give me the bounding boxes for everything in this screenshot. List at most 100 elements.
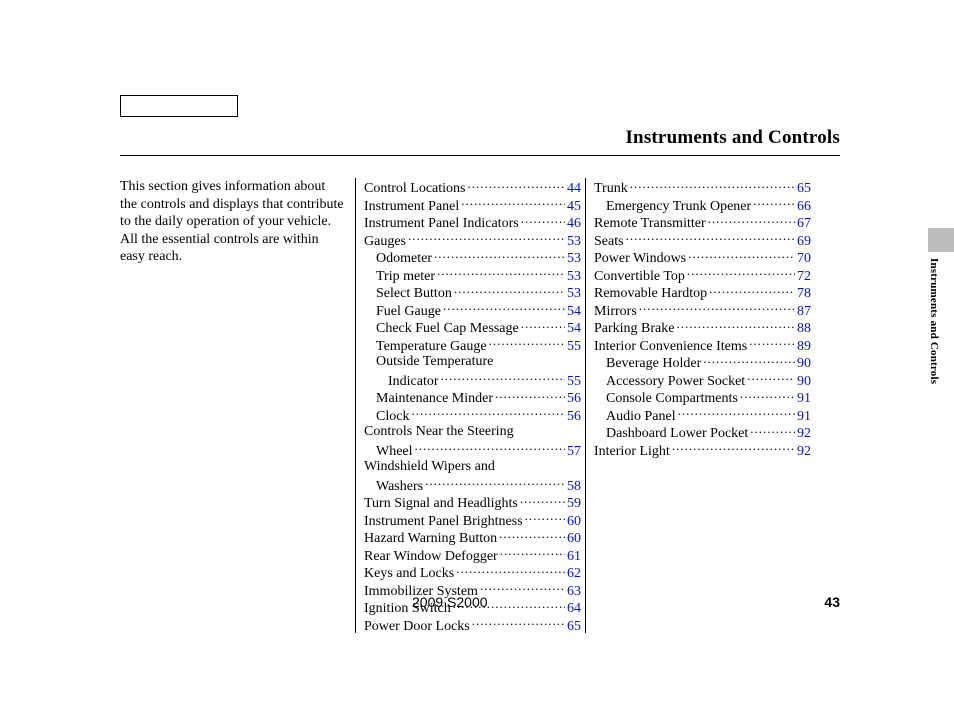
toc-entry[interactable]: Parking Brake88 [594, 318, 811, 336]
toc-entry[interactable]: Power Door Locks65 [364, 616, 581, 634]
toc-entry[interactable]: Windshield Wipers and [364, 458, 581, 476]
toc-page-number[interactable]: 53 [567, 233, 581, 251]
toc-entry[interactable]: Keys and Locks62 [364, 563, 581, 581]
toc-page-number[interactable]: 65 [567, 618, 581, 636]
toc-entry[interactable]: Console Compartments91 [594, 388, 811, 406]
toc-page-number[interactable]: 60 [567, 530, 581, 548]
document-page: Instruments and Controls This section gi… [120, 95, 840, 633]
toc-page-number[interactable]: 44 [567, 180, 581, 198]
toc-label: Hazard Warning Button [364, 530, 497, 548]
footer-model: 2009 S2000 [412, 594, 488, 610]
toc-dots [408, 231, 565, 245]
toc-entry[interactable]: Temperature Gauge55 [364, 336, 581, 354]
toc-entry[interactable]: Emergency Trunk Opener66 [594, 196, 811, 214]
toc-entry[interactable]: Removable Hardtop78 [594, 283, 811, 301]
toc-entry[interactable]: Accessory Power Socket 90 [594, 371, 811, 389]
toc-page-number[interactable]: 53 [567, 250, 581, 268]
toc-page-number[interactable]: 70 [797, 250, 811, 268]
toc-entry[interactable]: Instrument Panel Indicators46 [364, 213, 581, 231]
toc-page-number[interactable]: 54 [567, 303, 581, 321]
toc-page-number[interactable]: 46 [567, 215, 581, 233]
toc-dots [480, 581, 565, 595]
toc-entry[interactable]: Control Locations44 [364, 178, 581, 196]
toc-entry[interactable]: Gauges 53 [364, 231, 581, 249]
toc-page-number[interactable]: 91 [797, 408, 811, 426]
toc-entry[interactable]: Select Button53 [364, 283, 581, 301]
toc-label: Mirrors [594, 303, 637, 321]
toc-dots [472, 616, 565, 630]
toc-entry[interactable]: Hazard Warning Button 60 [364, 528, 581, 546]
toc-entry[interactable]: Wheel57 [364, 441, 581, 459]
toc-page-number[interactable]: 88 [797, 320, 811, 338]
toc-page-number[interactable]: 78 [797, 285, 811, 303]
toc-page-number[interactable]: 56 [567, 408, 581, 426]
toc-page-number[interactable]: 63 [567, 583, 581, 601]
toc-page-number[interactable]: 92 [797, 443, 811, 461]
toc-page-number[interactable]: 72 [797, 268, 811, 286]
toc-page-number[interactable]: 69 [797, 233, 811, 251]
toc-page-number[interactable]: 67 [797, 215, 811, 233]
toc-page-number[interactable]: 56 [567, 390, 581, 408]
toc-entry[interactable]: Audio Panel91 [594, 406, 811, 424]
toc-page-number[interactable]: 64 [567, 600, 581, 618]
toc-entry[interactable]: Seats69 [594, 231, 811, 249]
toc-label: Turn Signal and Headlights [364, 495, 518, 513]
toc-entry[interactable]: Power Windows70 [594, 248, 811, 266]
toc-dots [525, 511, 565, 525]
toc-column-2: Trunk 65Emergency Trunk Opener66Remote Tr… [585, 178, 815, 633]
toc-entry[interactable]: Interior Convenience Items89 [594, 336, 811, 354]
toc-entry[interactable]: Maintenance Minder56 [364, 388, 581, 406]
toc-entry[interactable]: Clock56 [364, 406, 581, 424]
side-tab: Instruments and Controls [928, 228, 954, 428]
toc-page-number[interactable]: 91 [797, 390, 811, 408]
toc-entry[interactable]: Remote Transmitter67 [594, 213, 811, 231]
toc-page-number[interactable]: 62 [567, 565, 581, 583]
toc-page-number[interactable]: 89 [797, 338, 811, 356]
toc-page-number[interactable]: 90 [797, 373, 811, 391]
toc-entry[interactable]: Washers58 [364, 476, 581, 494]
toc-label: Interior Light [594, 443, 670, 461]
toc-page-number[interactable]: 66 [797, 198, 811, 216]
toc-page-number[interactable]: 53 [567, 285, 581, 303]
toc-page-number[interactable]: 65 [797, 180, 811, 198]
toc-page-number[interactable]: 45 [567, 198, 581, 216]
toc-entry[interactable]: Trip meter53 [364, 266, 581, 284]
toc-dots [441, 371, 565, 385]
toc-page-number[interactable]: 90 [797, 355, 811, 373]
toc-entry[interactable]: Convertible Top72 [594, 266, 811, 284]
toc-page-number[interactable]: 57 [567, 443, 581, 461]
toc-page-number[interactable]: 59 [567, 495, 581, 513]
toc-entry[interactable]: Turn Signal and Headlights 59 [364, 493, 581, 511]
toc-label: Trunk [594, 180, 628, 198]
toc-entry[interactable]: Check Fuel Cap Message54 [364, 318, 581, 336]
toc-entry[interactable]: Instrument Panel Brightness60 [364, 511, 581, 529]
toc-entry[interactable]: Rear Window Defogger61 [364, 546, 581, 564]
toc-entry[interactable]: Indicator55 [364, 371, 581, 389]
toc-page-number[interactable]: 61 [567, 548, 581, 566]
toc-page-number[interactable]: 60 [567, 513, 581, 531]
toc-page-number[interactable]: 55 [567, 338, 581, 356]
toc-entry[interactable]: Dashboard Lower Pocket92 [594, 423, 811, 441]
toc-entry[interactable]: Trunk 65 [594, 178, 811, 196]
toc-page-number[interactable]: 53 [567, 268, 581, 286]
toc-dots [740, 388, 795, 402]
toc-page-number[interactable]: 87 [797, 303, 811, 321]
toc-dots [753, 196, 795, 210]
toc-page-number[interactable]: 92 [797, 425, 811, 443]
toc-label: Gauges [364, 233, 406, 251]
toc-entry[interactable]: Outside Temperature [364, 353, 581, 371]
toc-entry[interactable]: Beverage Holder90 [594, 353, 811, 371]
toc-page-number[interactable]: 55 [567, 373, 581, 391]
footer-page-number: 43 [824, 594, 840, 610]
toc-page-number[interactable]: 54 [567, 320, 581, 338]
toc-entry[interactable]: Mirrors 87 [594, 301, 811, 319]
toc-page-number[interactable]: 58 [567, 478, 581, 496]
toc-dots [461, 196, 565, 210]
toc-dots [708, 213, 795, 227]
toc-entry[interactable]: Fuel Gauge54 [364, 301, 581, 319]
toc-entry[interactable]: Odometer53 [364, 248, 581, 266]
toc-entry[interactable]: Instrument Panel45 [364, 196, 581, 214]
toc-entry[interactable]: Interior Light 92 [594, 441, 811, 459]
toc-entry[interactable]: Controls Near the Steering [364, 423, 581, 441]
toc-label: Accessory Power Socket [606, 373, 745, 391]
